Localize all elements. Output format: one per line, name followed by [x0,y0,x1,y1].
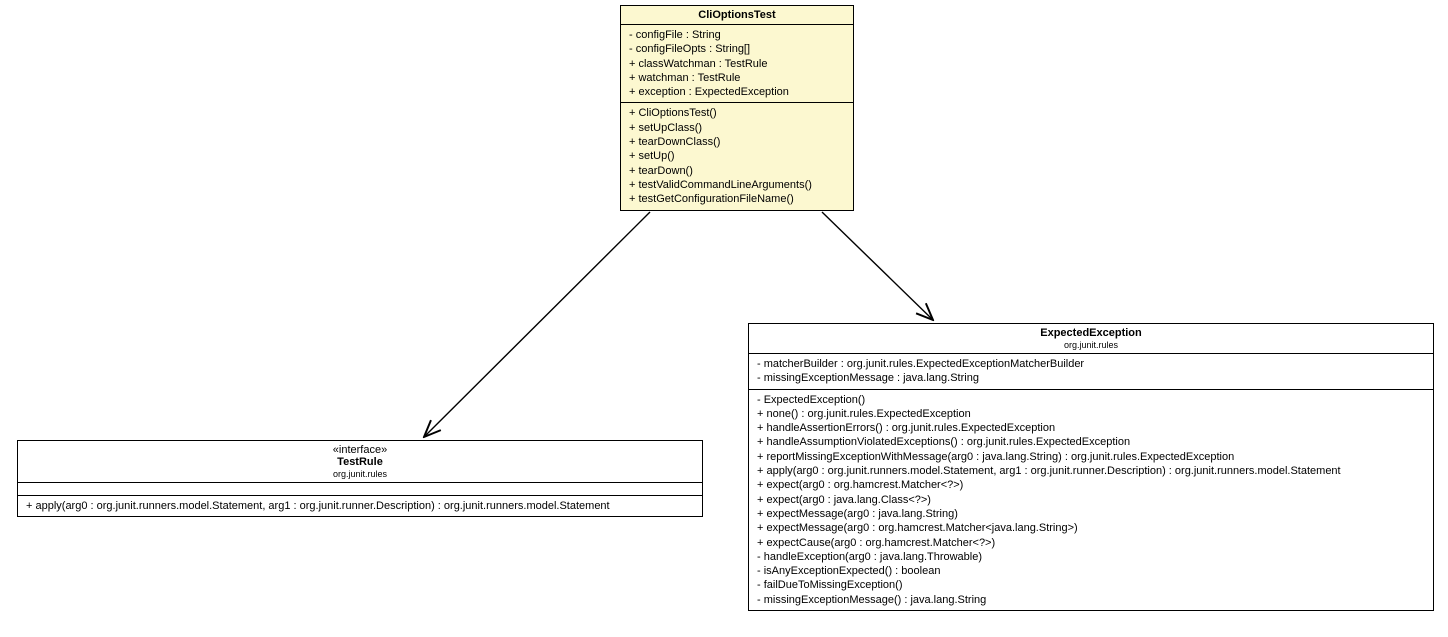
operations-section: + apply(arg0 : org.junit.runners.model.S… [18,496,702,516]
attributes-section: - matcherBuilder : org.junit.rules.Expec… [749,354,1433,390]
operation-row: + setUpClass() [629,121,845,135]
class-name-label: CliOptionsTest [698,9,775,21]
operation-row: - ExpectedException() [757,393,1425,407]
attribute-row: - matcherBuilder : org.junit.rules.Expec… [757,357,1425,371]
attribute-row: - configFile : String [629,28,845,42]
operation-row: + testValidCommandLineArguments() [629,178,845,192]
class-name-label: TestRule [337,456,383,468]
attribute-row: - configFileOpts : String[] [629,42,845,56]
attributes-section: - configFile : String - configFileOpts :… [621,25,853,103]
class-cli-options-test: CliOptionsTest - configFile : String - c… [620,5,854,211]
operation-row: - isAnyExceptionExpected() : boolean [757,564,1425,578]
operations-section: + CliOptionsTest() + setUpClass() + tear… [621,103,853,209]
operation-row: + tearDown() [629,164,845,178]
attribute-row: + classWatchman : TestRule [629,57,845,71]
class-expected-exception: ExpectedException org.junit.rules - matc… [748,323,1434,611]
operation-row: + expect(arg0 : org.hamcrest.Matcher<?>) [757,478,1425,492]
operation-row: + handleAssumptionViolatedExceptions() :… [757,435,1425,449]
operation-row: + reportMissingExceptionWithMessage(arg0… [757,450,1425,464]
operation-row: - failDueToMissingException() [757,578,1425,592]
attributes-section [18,483,702,496]
attribute-row: + exception : ExpectedException [629,85,845,99]
operation-row: + setUp() [629,149,845,163]
package-label: org.junit.rules [755,340,1427,350]
package-label: org.junit.rules [24,469,696,479]
class-title: CliOptionsTest [621,6,853,25]
operation-row: + expectMessage(arg0 : java.lang.String) [757,507,1425,521]
operation-row: + expect(arg0 : java.lang.Class<?>) [757,493,1425,507]
operation-row: + tearDownClass() [629,135,845,149]
operation-row: + apply(arg0 : org.junit.runners.model.S… [26,499,694,513]
operation-row: - missingExceptionMessage() : java.lang.… [757,593,1425,607]
operation-row: + expectCause(arg0 : org.hamcrest.Matche… [757,536,1425,550]
attribute-row: + watchman : TestRule [629,71,845,85]
class-title: «interface» TestRule org.junit.rules [18,441,702,483]
operation-row: + testGetConfigurationFileName() [629,192,845,206]
operations-section: - ExpectedException() + none() : org.jun… [749,390,1433,610]
operation-row: + none() : org.junit.rules.ExpectedExcep… [757,407,1425,421]
attribute-row: - missingExceptionMessage : java.lang.St… [757,371,1425,385]
operation-row: + apply(arg0 : org.junit.runners.model.S… [757,464,1425,478]
operation-row: + expectMessage(arg0 : org.hamcrest.Matc… [757,521,1425,535]
operation-row: + handleAssertionErrors() : org.junit.ru… [757,421,1425,435]
operation-row: + CliOptionsTest() [629,106,845,120]
class-name-label: ExpectedException [1040,327,1141,339]
stereotype-label: «interface» [24,444,696,456]
operation-row: - handleException(arg0 : java.lang.Throw… [757,550,1425,564]
class-test-rule: «interface» TestRule org.junit.rules + a… [17,440,703,517]
class-title: ExpectedException org.junit.rules [749,324,1433,354]
